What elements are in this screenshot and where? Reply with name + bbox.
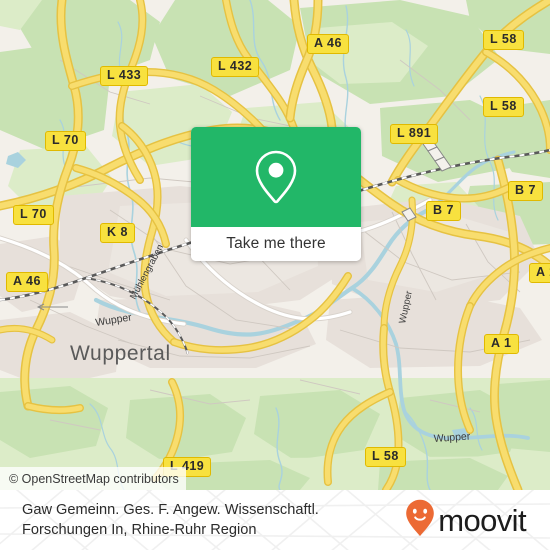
take-me-there-button[interactable]: Take me there (191, 227, 361, 261)
road-shield-label: L 70 (20, 207, 47, 221)
map-attribution[interactable]: © OpenStreetMap contributors (0, 467, 186, 490)
footer-bar: Gaw Gemeinn. Ges. F. Angew. Wissenschaft… (0, 490, 550, 550)
road-shield: L 70 (13, 205, 54, 225)
road-shield-label: A 1 (536, 265, 550, 279)
road-shield: L 433 (100, 66, 149, 86)
road-shield-label: L 58 (372, 449, 399, 463)
road-shield: L 432 (211, 57, 260, 77)
road-shield-label: L 432 (218, 59, 253, 73)
road-shield-label: L 58 (490, 99, 517, 113)
road-shield: A 46 (6, 272, 48, 292)
road-shield: L 58 (483, 30, 524, 50)
place-card[interactable]: Take me there (191, 127, 361, 261)
road-shield-label: L 891 (397, 126, 432, 140)
moovit-wordmark: moovit (438, 502, 526, 538)
road-shield: L 891 (390, 124, 439, 144)
road-shield: B 7 (426, 201, 461, 221)
road-shield-label: L 58 (490, 32, 517, 46)
road-shield: A 46 (307, 34, 349, 54)
road-shield-label: L 70 (52, 133, 79, 147)
place-card-header (191, 127, 361, 227)
moovit-pin-smiley-icon (405, 499, 435, 542)
road-shield: B 7 (508, 181, 543, 201)
road-shield-label: A 1 (491, 336, 512, 350)
moovit-brand[interactable]: moovit (405, 499, 527, 542)
road-shield-label: A 46 (314, 36, 342, 50)
road-shield-label: B 7 (433, 203, 454, 217)
road-shield: L 58 (483, 97, 524, 117)
road-shield: A 1 (529, 263, 550, 283)
attribution-text: © OpenStreetMap contributors (9, 471, 179, 486)
place-title: Gaw Gemeinn. Ges. F. Angew. Wissenschaft… (22, 500, 319, 540)
road-shield-label: L 433 (107, 68, 142, 82)
road-shield: L 58 (365, 447, 406, 467)
map-screenshot: .forest { fill:#c8e2b3; } .grass { fill:… (0, 0, 550, 550)
road-shield: A 1 (484, 334, 519, 354)
take-me-there-label: Take me there (226, 235, 326, 252)
map-city-label: Wuppertal (70, 342, 171, 365)
road-shield-label: A 46 (13, 274, 41, 288)
road-shield: K 8 (100, 223, 135, 243)
place-title-line-1: Gaw Gemeinn. Ges. F. Angew. Wissenschaft… (22, 502, 319, 518)
road-shield: L 70 (45, 131, 86, 151)
map-pin-icon (253, 149, 299, 205)
place-title-line-2: Forschungen In, Rhine-Ruhr Region (22, 522, 257, 538)
road-shield-label: K 8 (107, 225, 128, 239)
road-shield-label: B 7 (515, 183, 536, 197)
